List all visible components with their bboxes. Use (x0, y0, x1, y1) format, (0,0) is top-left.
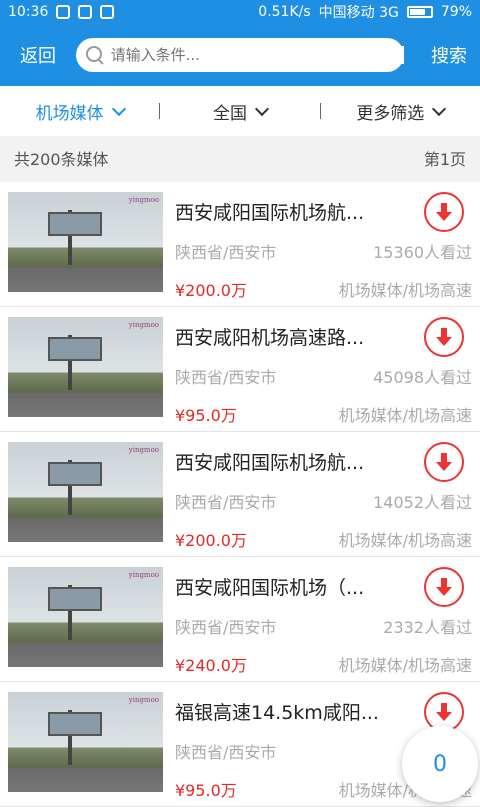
filter-more-label: 更多筛选 (356, 103, 425, 124)
media-thumbnail: yingmoo (8, 192, 163, 292)
watermark: yingmoo (128, 696, 159, 704)
item-region: 陕西省/西安市 (175, 618, 277, 637)
search-icon (86, 46, 103, 64)
filter-region-label: 全国 (212, 103, 247, 124)
download-icon[interactable] (424, 567, 464, 607)
chevron-down-icon (111, 101, 126, 117)
search-button[interactable]: 搜索 (418, 42, 480, 68)
item-category: 机场媒体/机场高速 (338, 531, 472, 550)
item-region: 陕西省/西安市 (175, 743, 277, 762)
list-item[interactable]: yingmoo 西安咸阳国际机场航... 陕西省/西安市 14052人看过 ¥20… (0, 432, 480, 557)
watermark: yingmoo (128, 571, 159, 579)
item-views: 15360人看过 (373, 243, 472, 262)
filter-region[interactable]: 全国 (160, 99, 319, 124)
filter-media-type-label: 机场媒体 (35, 103, 104, 124)
download-icon[interactable] (424, 442, 464, 482)
item-views: 45098人看过 (373, 368, 472, 387)
download-icon[interactable] (424, 192, 464, 232)
battery-icon (406, 6, 433, 18)
item-price: ¥240.0万 (175, 656, 247, 675)
item-views: 2332人看过 (383, 618, 472, 637)
item-views: 14052人看过 (373, 493, 472, 512)
media-thumbnail: yingmoo (8, 692, 163, 792)
battery-percent: 79% (440, 4, 472, 20)
item-price: ¥200.0万 (175, 531, 247, 550)
back-button[interactable]: 返回 (0, 42, 76, 68)
item-category: 机场媒体/机场高速 (338, 281, 472, 300)
watermark: yingmoo (128, 321, 159, 329)
list-item[interactable]: yingmoo 西安咸阳国际机场（... 陕西省/西安市 2332人看过 ¥240… (0, 557, 480, 682)
item-region: 陕西省/西安市 (175, 368, 277, 387)
network-speed: 0.51K/s (258, 4, 311, 20)
filter-media-type[interactable]: 机场媒体 (0, 99, 159, 124)
media-thumbnail: yingmoo (8, 567, 163, 667)
result-summary: 共200条媒体 第1页 (0, 136, 480, 180)
wechat-icon (56, 5, 71, 19)
app-icon (78, 5, 93, 19)
media-thumbnail: yingmoo (8, 317, 163, 417)
filter-bar: 机场媒体 全国 更多筛选 (0, 86, 480, 136)
filter-more[interactable]: 更多筛选 (321, 99, 480, 124)
selection-count-button[interactable]: 0 (402, 726, 478, 802)
status-time: 10:36 (8, 4, 49, 20)
carrier-name: 中国移动 3G (318, 5, 399, 21)
item-category: 机场媒体/机场高速 (338, 406, 472, 425)
search-box[interactable] (76, 38, 404, 72)
watermark: yingmoo (128, 196, 159, 204)
chevron-down-icon (254, 101, 270, 117)
page-number: 第1页 (423, 150, 466, 169)
watermark: yingmoo (128, 446, 159, 454)
top-bar: 返回 搜索 (0, 24, 480, 86)
item-price: ¥95.0万 (175, 781, 237, 800)
chevron-down-icon (432, 101, 447, 117)
media-list: yingmoo 西安咸阳国际机场航... 陕西省/西安市 15360人看过 ¥20… (0, 182, 480, 807)
list-item[interactable]: yingmoo 西安咸阳国际机场航... 陕西省/西安市 15360人看过 ¥20… (0, 182, 480, 307)
item-price: ¥95.0万 (175, 406, 237, 425)
item-price: ¥200.0万 (175, 281, 247, 300)
media-thumbnail: yingmoo (8, 442, 163, 542)
list-item[interactable]: yingmoo 西安咸阳机场高速路... 陕西省/西安市 45098人看过 ¥95… (0, 307, 480, 432)
search-input[interactable] (110, 46, 404, 64)
qq-icon (100, 5, 115, 19)
download-icon[interactable] (424, 317, 464, 357)
result-count: 共200条媒体 (14, 150, 109, 169)
status-bar: 10:36 0.51K/s 中国移动 3G 79% (0, 0, 480, 24)
item-category: 机场媒体/机场高速 (338, 656, 472, 675)
item-region: 陕西省/西安市 (175, 243, 277, 262)
item-region: 陕西省/西安市 (175, 493, 277, 512)
